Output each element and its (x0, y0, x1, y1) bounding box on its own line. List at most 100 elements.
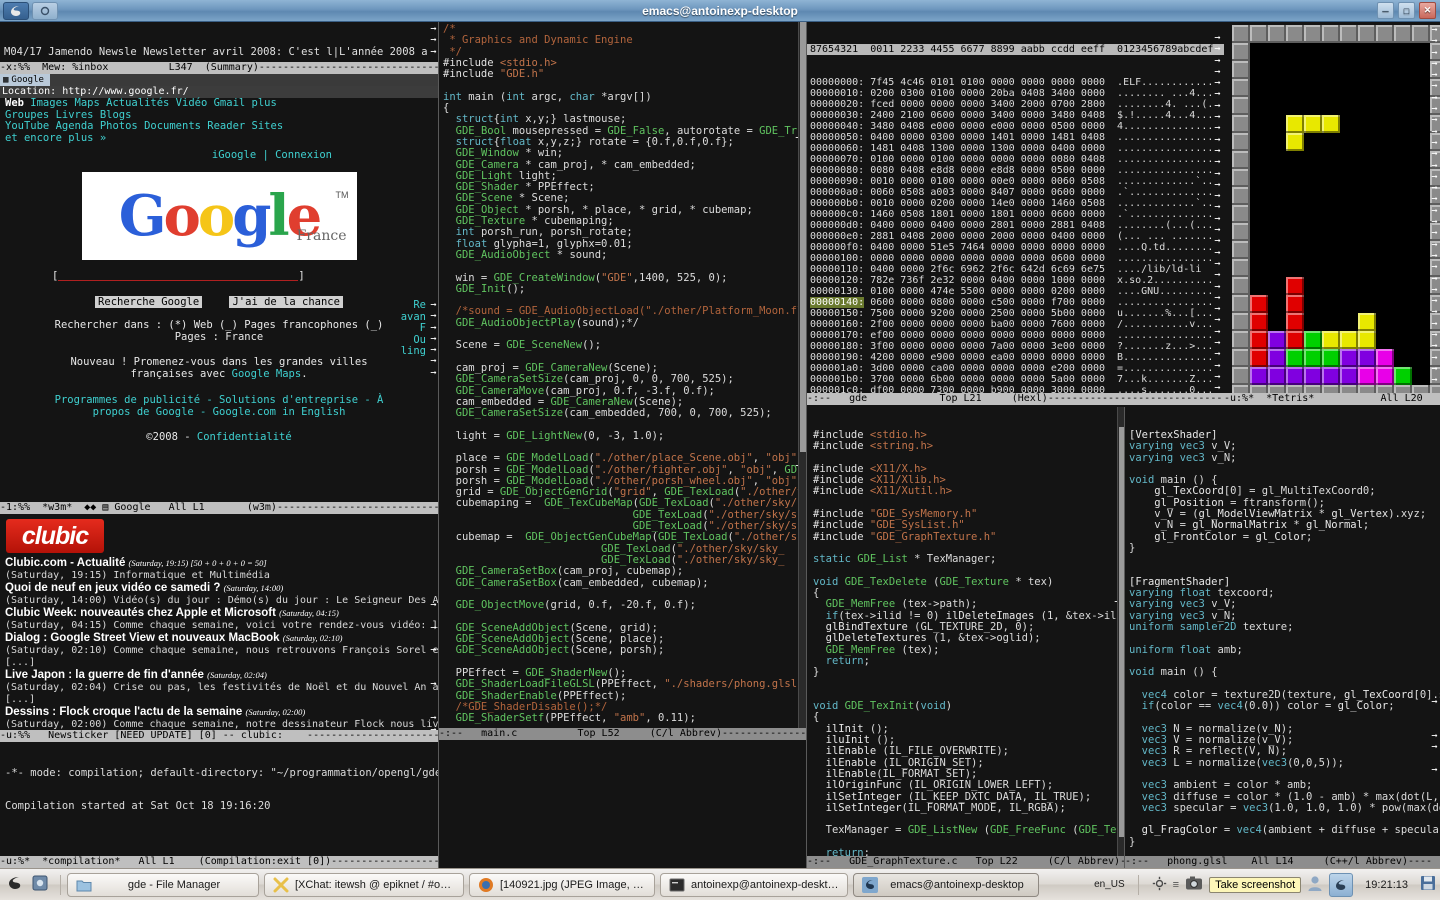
hexl-rows[interactable]: 00000000: 7f45 4c46 0101 0100 0000 0000 … (807, 77, 1224, 407)
app-launcher-icon[interactable] (31, 874, 49, 895)
code-line: void GDE_TexDelete (GDE_Texture * tex) (813, 575, 1054, 588)
tetris-wall (1232, 169, 1250, 187)
tetris-block (1322, 331, 1340, 349)
firefox-icon (478, 877, 494, 893)
taskbar-item-label: [XChat: itewsh @ epiknet / #open... (295, 878, 455, 891)
pane-mew-mail[interactable]: M04/17 Jamendo Newsle Newsletter avril 2… (0, 22, 438, 74)
pane-hexl[interactable]: 87654321 0011 2233 4455 6677 8899 aabb c… (807, 22, 1224, 407)
taskbar-item[interactable]: antoinexp@antoinexp-desktop: ~ (660, 872, 848, 897)
taskbar-item[interactable]: [XChat: itewsh @ epiknet / #open... (264, 872, 464, 897)
search-input[interactable] (58, 272, 299, 281)
screenshot-tooltip: Take screenshot (1209, 876, 1302, 893)
pane-graph-texture[interactable]: #include <stdio.h> #include <string.h> #i… (807, 407, 1124, 868)
footer-line-2[interactable]: propos de Google - Google.com in English (0, 406, 438, 418)
newsticker-list[interactable]: Clubic.com - Actualité (Saturday, 19:15)… (0, 557, 438, 742)
window-titlebar[interactable]: emacs@antoinexp-desktop ─ □ ✕ (0, 0, 1440, 22)
footer-line-1[interactable]: Programmes de publicité - Solutions d'en… (0, 394, 438, 406)
mail-row[interactable]: M04/17 Jamendo Newsle Newsletter avril 2… (4, 46, 438, 58)
taskbar-item-label: emacs@antoinexp-desktop (890, 878, 1024, 891)
graph-texture-modeline: -:-- GDE_GraphTexture.c Top L22 (C/l Abb… (807, 856, 1124, 868)
tetris-board[interactable] (1232, 25, 1440, 403)
google-footer-links[interactable]: Programmes de publicité - Solutions d'en… (0, 394, 438, 418)
emacs-frame: M04/17 Jamendo Newsle Newsletter avril 2… (0, 22, 1440, 868)
lucky-button[interactable]: J'ai de la chance (229, 295, 343, 308)
taskbar-item[interactable]: emacs@antoinexp-desktop (853, 872, 1039, 897)
compilation-line: -*- mode: compilation; default-directory… (5, 766, 438, 779)
google-nav-rest[interactable]: Images Maps Actualités Vidéo Gmail plus (24, 97, 277, 109)
google-nav-row-1[interactable]: Web Images Maps Actualités Vidéo Gmail p… (3, 97, 438, 110)
tetris-wall (1376, 25, 1394, 43)
clock[interactable]: 19:21:13 (1359, 879, 1414, 891)
tetris-wall (1232, 43, 1250, 61)
search-button[interactable]: Recherche Google (95, 295, 203, 308)
emacs-icon[interactable] (3, 2, 29, 20)
google-search-row: [] (0, 270, 438, 282)
hex-row: 00000160: 2f00 0000 0000 0000 ba00 0000 … (810, 319, 1214, 330)
privacy-link[interactable]: Confidentialité (197, 431, 292, 443)
maximize-button[interactable]: □ (1398, 2, 1415, 19)
pane-main-c[interactable]: /* * Graphics and Dynamic Engine */#incl… (439, 22, 806, 740)
pane-phong-glsl[interactable]: [VertexShader] varying vec3 v_V; varying v… (1125, 407, 1440, 868)
google-nav-row-3[interactable]: YouTube Agenda Photos Documents Reader S… (3, 120, 438, 133)
google-maps-link[interactable]: Google Maps (232, 368, 302, 380)
graph-texture-scrollbar[interactable] (1117, 407, 1124, 868)
camera-icon[interactable] (1185, 875, 1203, 895)
code-line: #include "GDE_GraphTexture.h" (813, 530, 997, 543)
keyboard-layout-indicator[interactable]: en_US (1094, 879, 1125, 890)
hex-row: 000000d0: 0400 0000 0400 0000 2801 0000 … (810, 220, 1214, 231)
minimize-button[interactable]: ─ (1377, 2, 1394, 19)
scope-line-1[interactable]: Rechercher dans : (*) Web (_) Pages fran… (0, 319, 438, 331)
hex-row: 000000a0: 0060 0508 a003 0000 8407 0000 … (810, 187, 1214, 198)
code-line: static GDE_List * TexManager; (813, 553, 997, 566)
news-headline[interactable]: Clubic.com - Actualité (Saturday, 19:15)… (5, 557, 438, 570)
w3m-tab-google[interactable]: ▦ Google (0, 74, 50, 86)
news-headline[interactable]: Dessins : Flock croque l'actu de la sema… (5, 706, 438, 719)
save-icon[interactable] (1420, 875, 1436, 894)
close-button[interactable]: ✕ (1419, 2, 1436, 19)
code-line: GDE_CameraSetSize(cam_embedded, 700, 0, … (455, 407, 772, 420)
main-c-scrollbar[interactable] (798, 22, 806, 740)
emacs-launcher-icon[interactable] (6, 874, 24, 895)
news-body: (Saturday, 02:10) Comme chaque semaine, … (5, 645, 438, 656)
taskbar-item[interactable]: [140921.jpg (JPEG Image, 1280x ... (469, 872, 655, 897)
news-body: [...] (5, 694, 36, 705)
gear-icon[interactable] (1152, 876, 1167, 894)
google-buttons-row: Recherche Google J'ai de la chance (0, 290, 438, 309)
circle-icon[interactable] (32, 2, 58, 20)
hex-row: 00000030: 2400 2100 0600 0000 3400 0000 … (810, 110, 1214, 121)
news-headline[interactable]: Live Japon : la guerre de fin d'année (S… (5, 669, 438, 682)
equals-icon[interactable]: ≡ (1173, 879, 1179, 891)
google-account-links[interactable]: iGoogle | Connexion (3, 149, 438, 162)
tetris-wall (1286, 25, 1304, 43)
tetris-block (1250, 295, 1268, 313)
hex-row: 000000c0: 1460 0508 1801 0000 1801 0000 … (810, 209, 1214, 220)
tetris-block (1358, 331, 1376, 349)
user-icon[interactable] (1307, 875, 1323, 895)
emacs-tray-icon[interactable] (1329, 872, 1354, 897)
tetris-block (1358, 313, 1376, 331)
hexl-header: 87654321 0011 2233 4455 6677 8899 aabb c… (807, 44, 1224, 55)
hex-row: 00000120: 782e 736f 2e32 0000 0400 0000 … (810, 275, 1214, 286)
news-headline[interactable]: Quoi de neuf en jeux vidéo ce samedi ? (… (5, 582, 438, 595)
scope-line-2[interactable]: Pages : France (0, 331, 438, 343)
compilation-modeline: -u:%* *compilation* All L1 (Compilation:… (0, 856, 438, 868)
pane-newsticker[interactable]: clubic Clubic.com - Actualité (Saturday,… (0, 514, 438, 742)
terminal-icon (669, 877, 685, 893)
taskbar-window-list[interactable]: gde - File Manager [XChat: itewsh @ epikn… (67, 872, 1094, 897)
tetris-block (1286, 277, 1304, 295)
code-line: #include <string.h> (813, 440, 934, 453)
pane-tetris[interactable]: ➞ ➞ ➞ ➞ ➞ ➞ ➞ ➞ ➞ ➞ ➞ ➞ ➞ ➞ ➞ ➞ ➞ ➞ ➞ ➞ … (1224, 22, 1440, 407)
tetris-wall (1232, 313, 1250, 331)
w3m-tab-bar[interactable]: ▦ Google (0, 74, 438, 86)
taskbar-item[interactable]: gde - File Manager (67, 872, 259, 897)
news-headline[interactable]: Dialog : Google Street View et nouveaux … (5, 632, 438, 645)
tetris-block (1322, 349, 1340, 367)
pane-w3m-google[interactable]: ▦ Google Location: http://www.google.fr/… (0, 74, 438, 514)
code-line: #include "GDE.h" (443, 68, 545, 81)
google-scope-options[interactable]: Rechercher dans : (*) Web (_) Pages fran… (0, 319, 438, 343)
google-nav-web[interactable]: Web (5, 97, 24, 109)
pane-compilation[interactable]: -*- mode: compilation; default-directory… (0, 742, 438, 868)
news-headline[interactable]: Clubic Week: nouveautés chez Apple et Mi… (5, 607, 438, 620)
trademark-label: TM (335, 189, 349, 200)
google-nav-row-4[interactable]: et encore plus » (3, 132, 438, 145)
